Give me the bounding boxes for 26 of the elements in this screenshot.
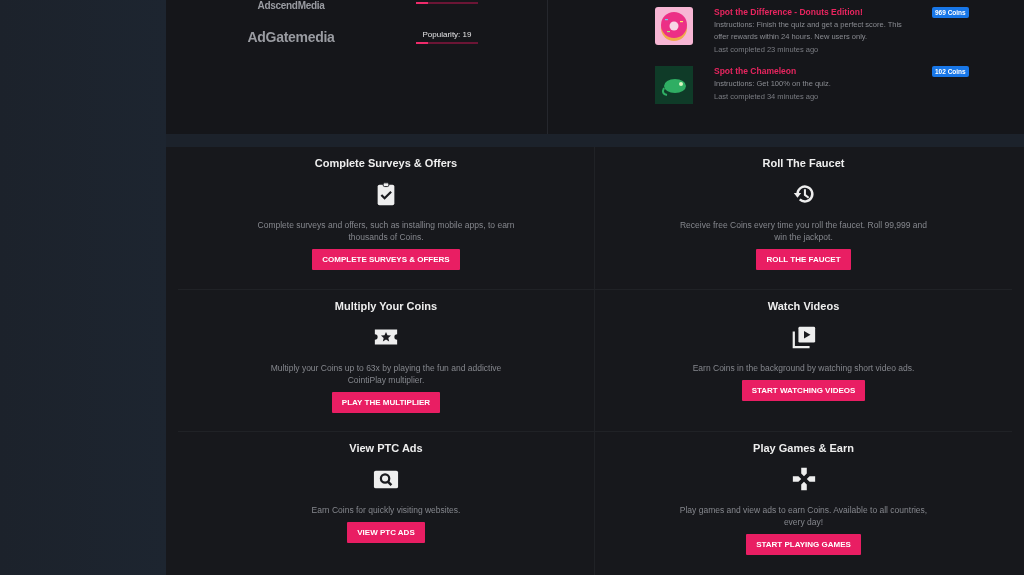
card-title: Multiply Your Coins: [334, 299, 438, 312]
card-description: Play games and view ads to earn Coins. Available to all countries, every day!: [678, 504, 929, 529]
action-button[interactable]: VIEW PTC ADS: [347, 522, 425, 544]
partner-logo: AdscendMedia: [256, 0, 326, 11]
card-title: Play Games & Earn: [753, 442, 854, 455]
card-title: View PTC Ads: [349, 442, 423, 455]
card-title: Roll The Faucet: [762, 157, 845, 169]
card-description: Multiply your Coins up to 63x by playing the fun and addictive CointiPlay multiplier.: [269, 361, 503, 386]
card-description: Earn Coins in the background by watching short video ads.: [691, 361, 916, 374]
donut-image: [655, 7, 693, 45]
card-description: Receive free Coins every time you roll the faucet. Roll 99,999 and win the jackpot.: [678, 219, 929, 243]
partner-logo: AdGatemedia: [246, 29, 336, 45]
card-title: Complete Surveys & Offers: [314, 157, 458, 169]
card-title: Watch Videos: [767, 299, 840, 312]
card-description: Complete surveys and offers, such as installing mobile apps, to earn thousands of Coins.: [256, 219, 516, 243]
chameleon-image: [655, 66, 693, 104]
offer-title[interactable]: Spot the Difference - Donuts Edition!: [714, 7, 911, 17]
offer-title[interactable]: Spot the Chameleon: [714, 66, 911, 76]
gamepad-icon: [790, 466, 817, 493]
action-button[interactable]: START WATCHING VIDEOS: [741, 379, 866, 401]
action-button[interactable]: START PLAYING GAMES: [746, 534, 861, 556]
action-button[interactable]: COMPLETE SURVEYS & OFFERS: [312, 249, 460, 270]
action-button[interactable]: ROLL THE FAUCET: [756, 249, 851, 270]
card-description: Earn Coins for quickly visiting websites.: [310, 504, 462, 517]
action-button[interactable]: PLAY THE MULTIPLIER: [331, 391, 441, 413]
popularity-label: Popularity: 19: [422, 30, 472, 39]
